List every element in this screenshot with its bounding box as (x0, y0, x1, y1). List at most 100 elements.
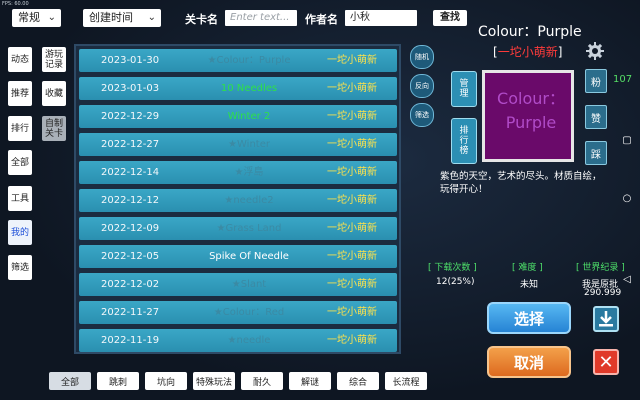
random-button[interactable]: 随机 (410, 45, 434, 69)
category-select[interactable]: 常规 ⌄ (12, 9, 61, 27)
fans-count: 107 (613, 74, 633, 85)
level-date: 2023-01-30 (101, 55, 160, 66)
menu-dynamic[interactable]: 动态 (8, 47, 32, 72)
level-date: 2022-11-27 (101, 307, 160, 318)
level-row-author: 一坨小萌新 (327, 139, 377, 150)
menu-recommend[interactable]: 推荐 (8, 81, 32, 106)
level-date: 2022-12-14 (101, 167, 160, 178)
manage-button[interactable]: 管 理 (451, 71, 477, 107)
level-row-title: ★Slant (231, 279, 267, 290)
home-nav-icon[interactable]: ○ (622, 194, 632, 204)
menu-play-log[interactable]: 游玩 记录 (42, 47, 66, 72)
menu-mine[interactable]: 我的 (8, 220, 32, 245)
tag-filter[interactable]: 特殊玩法 (193, 372, 235, 390)
tag-filter[interactable]: 长流程 (385, 372, 427, 390)
author-name: 一坨小萌新 (497, 45, 558, 59)
author-bracket-close: ] (557, 45, 563, 59)
fans-button[interactable]: 粉 (585, 69, 607, 93)
download-icon[interactable] (593, 306, 619, 332)
back-nav-icon[interactable]: ◁ (622, 275, 632, 285)
level-row-title: ★needle (227, 335, 271, 346)
tag-filter[interactable]: 综合 (337, 372, 379, 390)
level-row-author: 一坨小萌新 (327, 55, 377, 66)
level-date: 2022-12-29 (101, 111, 160, 122)
level-row[interactable]: 2022-11-19 ★needle 一坨小萌新 (79, 329, 397, 352)
world-record-label: [ 世界纪录 ] (576, 263, 625, 273)
fps-counter: FPS: 60.00 (2, 1, 29, 7)
level-date: 2022-12-12 (101, 195, 160, 206)
thumbnail-text: Colour： Purple (497, 89, 565, 132)
level-author[interactable]: [一坨小萌新] (493, 43, 562, 60)
level-row[interactable]: 2022-12-05 Spike Of Needle 一坨小萌新 (79, 245, 397, 268)
like-button[interactable]: 赞 (585, 105, 607, 129)
level-row-author: 一坨小萌新 (327, 223, 377, 234)
level-row-title: Spike Of Needle (209, 251, 289, 262)
level-date: 2022-12-05 (101, 251, 160, 262)
close-icon[interactable]: ✕ (593, 349, 619, 375)
level-row-author: 一坨小萌新 (327, 279, 377, 290)
menu-filter[interactable]: 筛选 (8, 255, 32, 280)
level-name-input[interactable]: Enter text... (225, 10, 297, 26)
level-row[interactable]: 2022-12-12 ★needle2 一坨小萌新 (79, 189, 397, 212)
level-row[interactable]: 2022-12-09 ★Grass Land 一坨小萌新 (79, 217, 397, 240)
recents-nav-icon[interactable]: ▢ (622, 136, 632, 146)
level-row-title: ★Grass Land (216, 223, 282, 234)
level-row-title: ★浮島 (234, 167, 264, 178)
gear-icon[interactable] (585, 41, 605, 61)
level-row[interactable]: 2022-12-02 ★Slant 一坨小萌新 (79, 273, 397, 296)
difficulty-label: [ 难度 ] (512, 263, 543, 273)
level-row[interactable]: 2023-01-03 10 Needles 一坨小萌新 (79, 77, 397, 100)
level-row-title: ★Colour：Red (213, 307, 285, 318)
author-name-label: 作者名 (305, 13, 338, 26)
tag-filter[interactable]: 全部 (49, 372, 91, 390)
level-row-author: 一坨小萌新 (327, 195, 377, 206)
author-name-input[interactable]: 小秋 (345, 10, 417, 26)
level-row-author: 一坨小萌新 (327, 167, 377, 178)
tag-filter[interactable]: 耐久 (241, 372, 283, 390)
level-row-author: 一坨小萌新 (327, 335, 377, 346)
difficulty-value: 未知 (520, 280, 539, 290)
tag-filter[interactable]: 坑向 (145, 372, 187, 390)
tag-filter[interactable]: 解谜 (289, 372, 331, 390)
dislike-button[interactable]: 踩 (585, 141, 607, 165)
sort-select-value: 创建时间 (89, 11, 133, 24)
leaderboard-button[interactable]: 排 行 榜 (451, 118, 477, 164)
level-name-label: 关卡名 (185, 13, 218, 26)
downloads-label: [ 下载次数 ] (428, 263, 477, 273)
menu-all[interactable]: 全部 (8, 150, 32, 175)
level-row[interactable]: 2022-12-14 ★浮島 一坨小萌新 (79, 161, 397, 184)
menu-tools[interactable]: 工具 (8, 186, 32, 211)
level-row[interactable]: 2022-12-29 Winter 2 一坨小萌新 (79, 105, 397, 128)
level-row-title: ★Winter (228, 139, 270, 150)
level-row-title: ★Colour：Purple (207, 55, 291, 66)
menu-ranking[interactable]: 排行 (8, 116, 32, 141)
level-row-author: 一坨小萌新 (327, 111, 377, 122)
level-row-author: 一坨小萌新 (327, 307, 377, 318)
search-button[interactable]: 查找 (433, 10, 467, 26)
level-list: 2023-01-30 ★Colour：Purple 一坨小萌新 2023-01-03 1… (74, 44, 401, 354)
level-row-title: 10 Needles (220, 83, 278, 94)
level-row[interactable]: 2022-12-27 ★Winter 一坨小萌新 (79, 133, 397, 156)
world-record-time: 290.999 (584, 288, 622, 298)
level-thumbnail: Colour： Purple (482, 70, 574, 162)
level-row[interactable]: 2023-01-30 ★Colour：Purple 一坨小萌新 (79, 49, 397, 72)
tag-filter[interactable]: 跳刺 (97, 372, 139, 390)
menu-favorites[interactable]: 收藏 (42, 81, 66, 106)
level-row[interactable]: 2022-11-27 ★Colour：Red 一坨小萌新 (79, 301, 397, 324)
level-row-author: 一坨小萌新 (327, 83, 377, 94)
level-description: 紫色的天空，艺术的尽头。材质自绘，玩得开心！ (440, 171, 602, 195)
cancel-button[interactable]: 取消 (487, 346, 571, 378)
level-date: 2022-12-27 (101, 139, 160, 150)
level-row-title: ★needle2 (224, 195, 274, 206)
select-button[interactable]: 选择 (487, 302, 571, 334)
level-date: 2022-12-02 (101, 279, 160, 290)
level-date: 2022-11-19 (101, 335, 160, 346)
level-date: 2022-12-09 (101, 223, 160, 234)
menu-custom-level[interactable]: 自制 关卡 (42, 116, 66, 141)
filter-round-button[interactable]: 筛选 (410, 103, 434, 127)
reverse-button[interactable]: 反向 (410, 74, 434, 98)
level-title: Colour：Purple (478, 24, 582, 40)
level-date: 2023-01-03 (101, 83, 160, 94)
sort-select[interactable]: 创建时间 ⌄ (83, 9, 161, 27)
level-row-title: Winter 2 (227, 111, 271, 122)
